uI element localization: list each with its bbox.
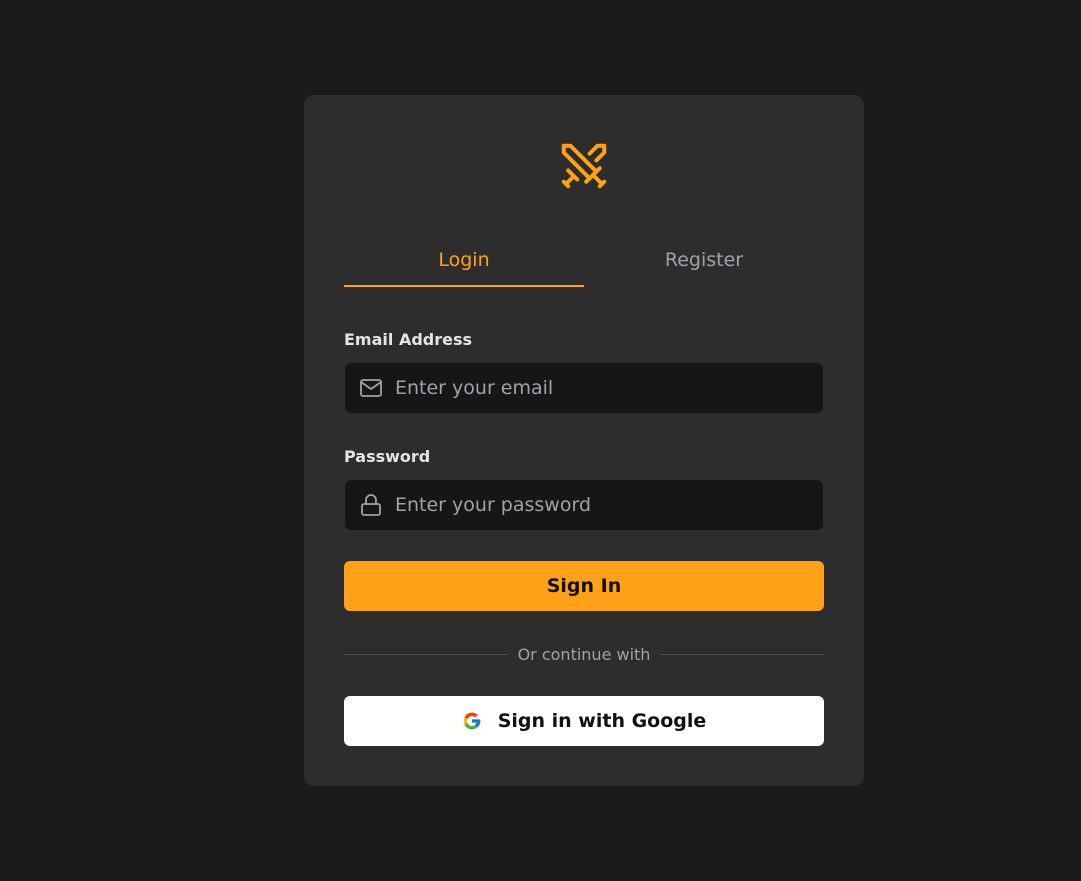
divider: Or continue with — [344, 643, 825, 665]
google-icon — [463, 712, 481, 730]
tab-login[interactable]: Login — [344, 237, 584, 287]
auth-tabs: Login Register — [344, 237, 824, 287]
sign-in-button[interactable]: Sign In — [344, 561, 824, 611]
mail-icon — [360, 379, 382, 397]
crossed-swords-icon — [561, 143, 607, 189]
password-input[interactable] — [395, 480, 805, 530]
google-sign-in-label: Sign in with Google — [497, 710, 707, 732]
email-field — [345, 363, 823, 413]
lock-icon — [361, 494, 381, 516]
google-sign-in-button[interactable]: Sign in with Google — [344, 696, 824, 746]
divider-line-right — [660, 653, 825, 655]
divider-text: Or continue with — [517, 644, 651, 664]
password-field — [345, 480, 823, 530]
login-card: Login Register Email Address Password Si… — [304, 95, 864, 786]
password-label: Password — [344, 447, 431, 466]
divider-line-left — [344, 653, 508, 655]
email-input[interactable] — [395, 363, 805, 413]
email-label: Email Address — [344, 330, 473, 349]
tab-register[interactable]: Register — [584, 237, 824, 287]
